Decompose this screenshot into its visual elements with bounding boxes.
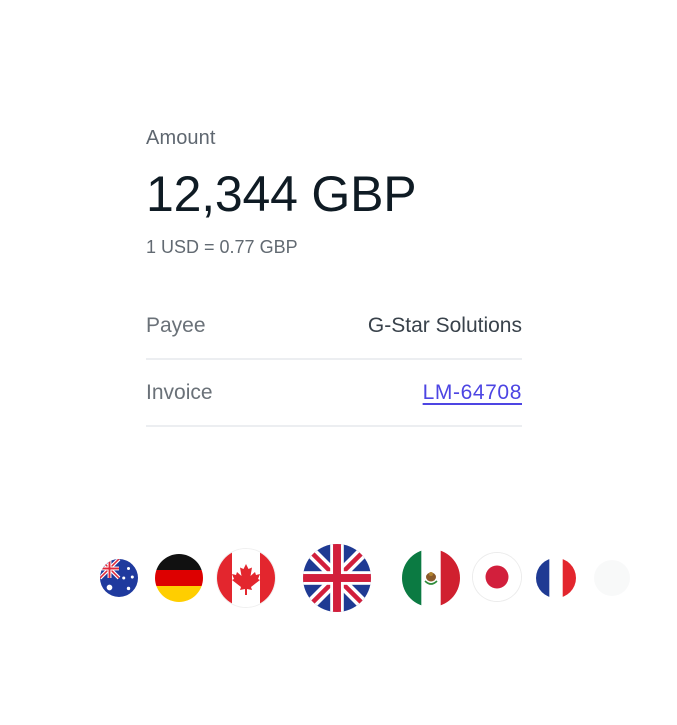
details-list: Payee G-Star Solutions Invoice LM-64708: [146, 293, 522, 427]
australia-flag-icon[interactable]: [100, 559, 138, 597]
amount-label: Amount: [146, 127, 216, 149]
payee-row: Payee G-Star Solutions: [146, 293, 522, 360]
germany-flag-icon[interactable]: [155, 554, 203, 602]
canada-flag-icon[interactable]: [217, 549, 275, 607]
united-kingdom-flag-icon[interactable]: [303, 544, 371, 612]
mexico-flag-icon[interactable]: [402, 549, 460, 607]
invoice-row: Invoice LM-64708: [146, 360, 522, 427]
faded-flag-icon: [594, 560, 630, 596]
invoice-label: Invoice: [146, 380, 213, 404]
exchange-rate: 1 USD = 0.77 GBP: [146, 237, 298, 257]
payee-label: Payee: [146, 313, 206, 337]
payee-value: G-Star Solutions: [367, 313, 522, 337]
payment-summary-card: Amount 12,344 GBP 1 USD = 0.77 GBP Payee…: [146, 124, 522, 427]
amount-value: 12,344 GBP: [146, 166, 417, 222]
france-flag-icon[interactable]: [536, 558, 576, 598]
page: Amount 12,344 GBP 1 USD = 0.77 GBP Payee…: [0, 0, 677, 725]
japan-flag-icon[interactable]: [473, 553, 521, 601]
invoice-link[interactable]: LM-64708: [423, 381, 522, 405]
